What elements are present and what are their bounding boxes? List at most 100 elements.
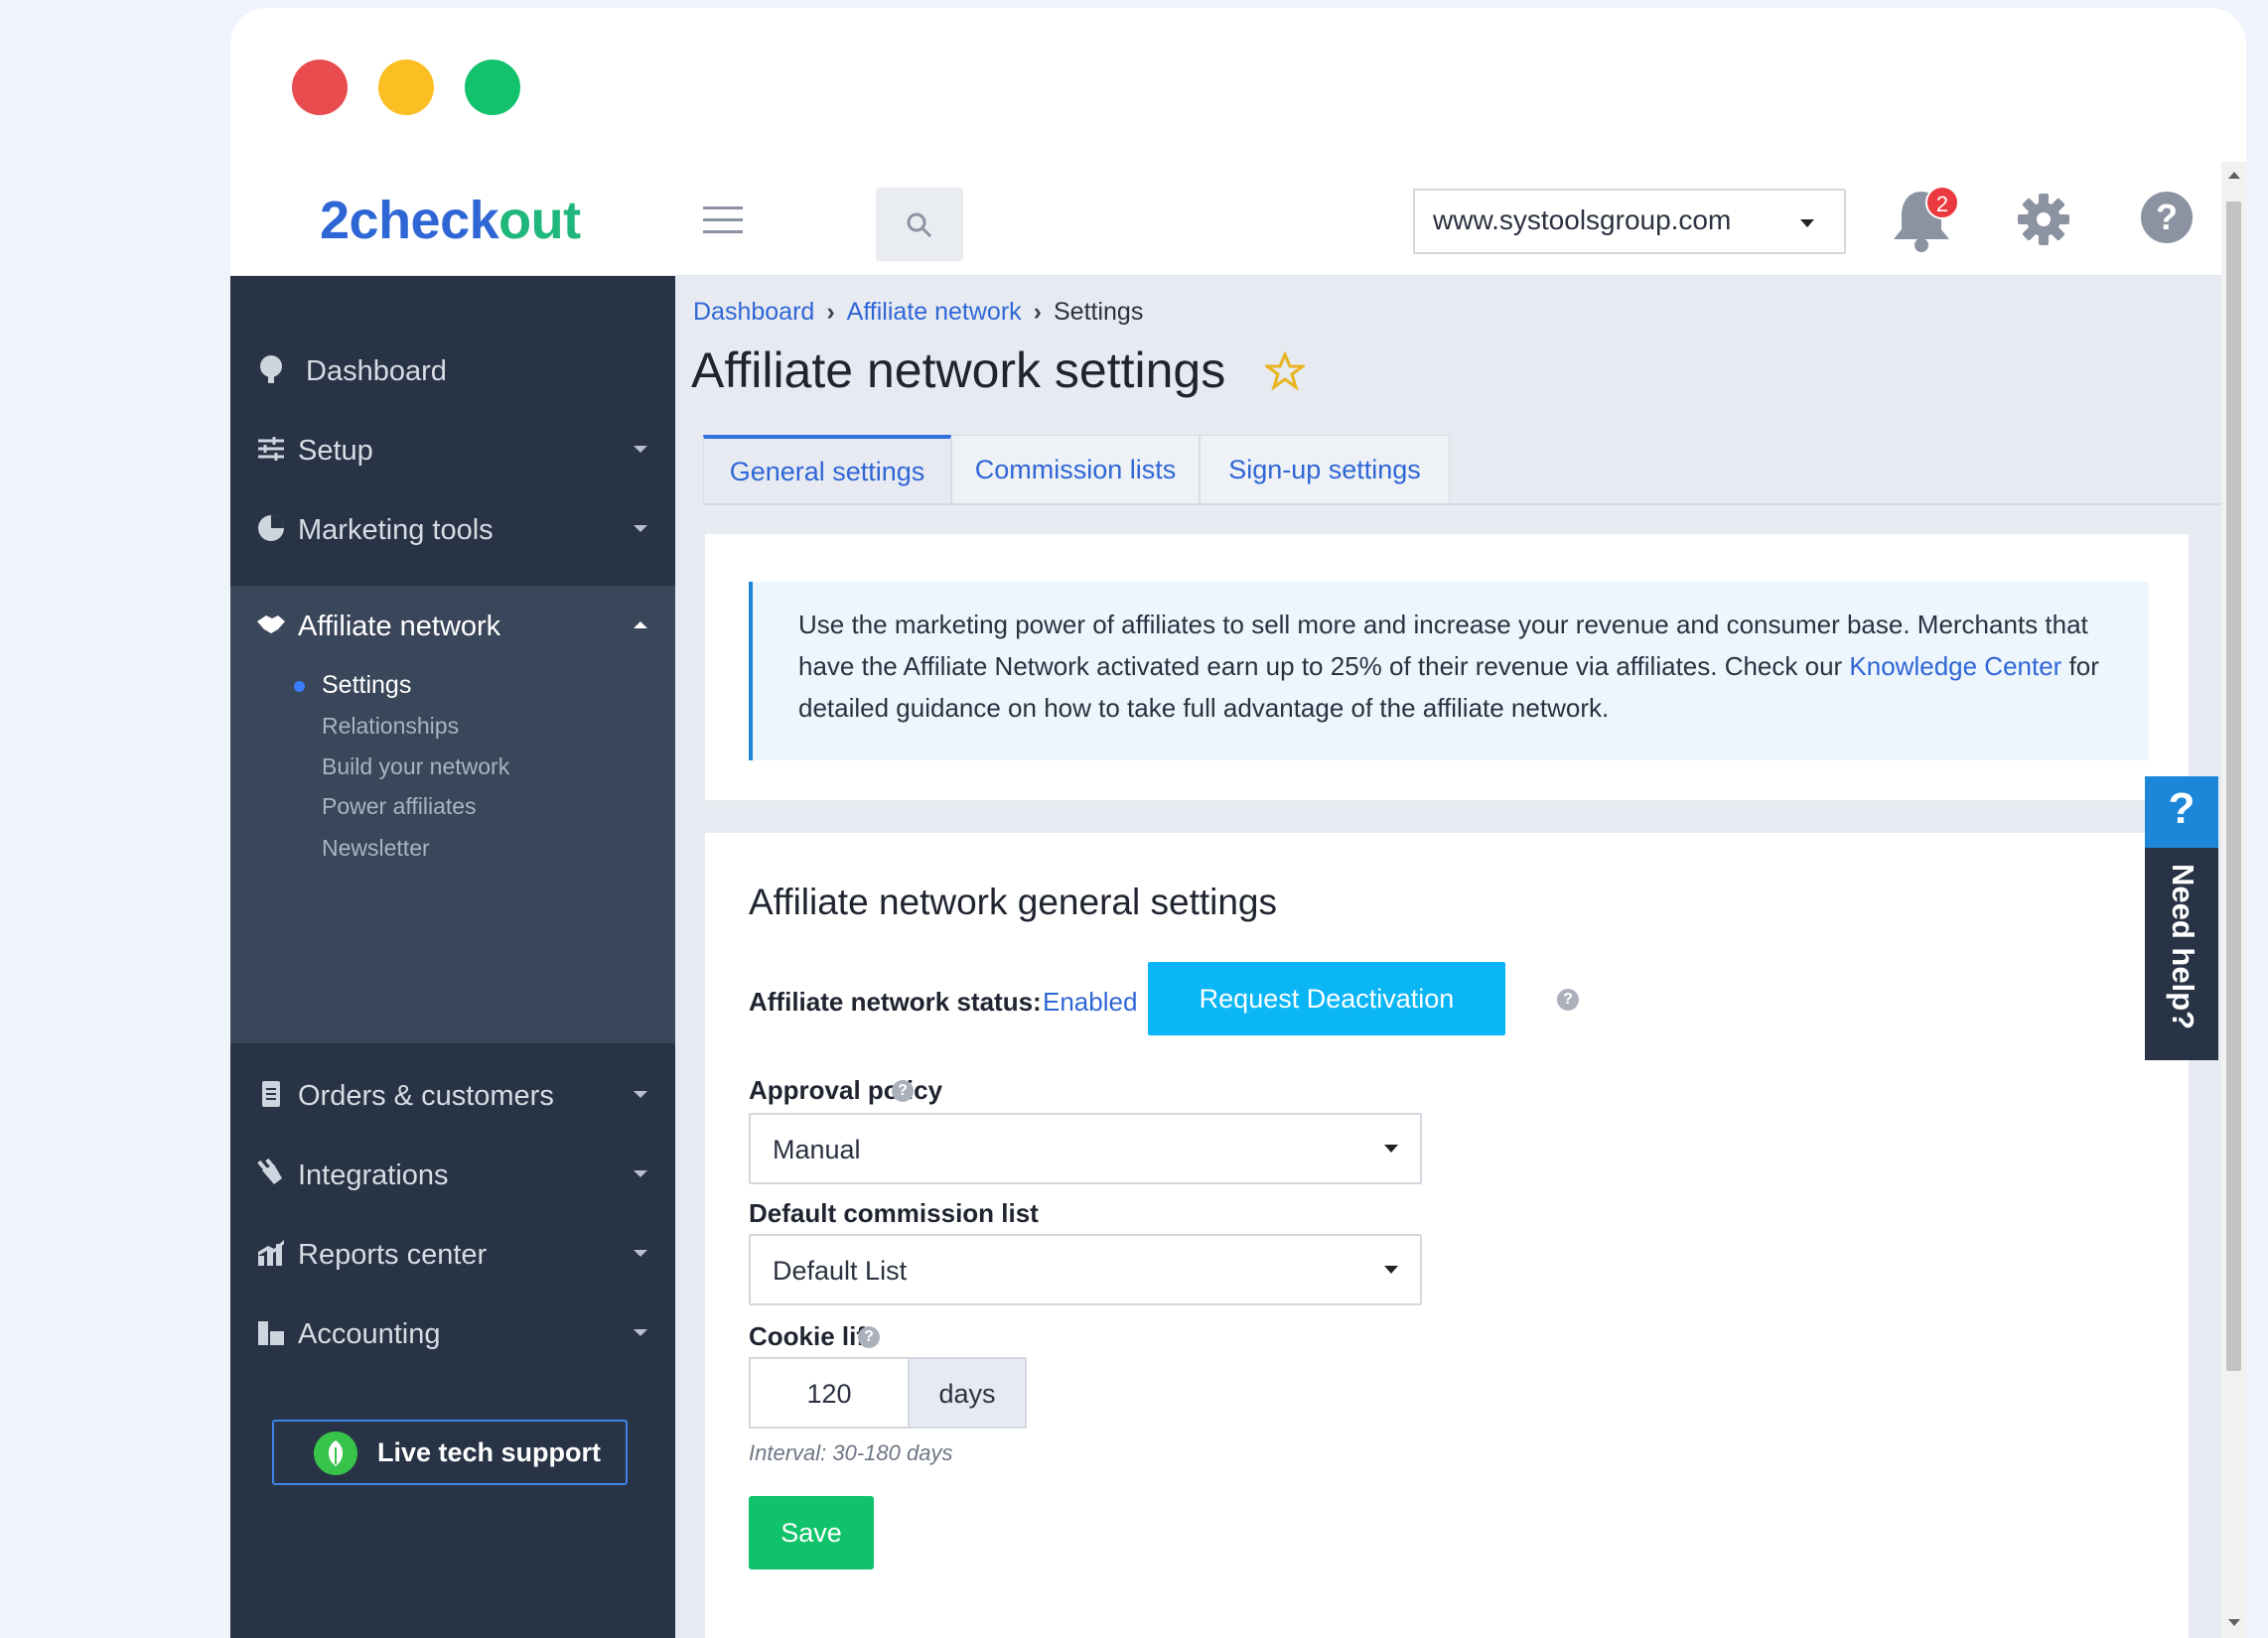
breadcrumb-separator-icon: › bbox=[826, 298, 835, 326]
sidebar-item-accounting[interactable]: Accounting bbox=[230, 1294, 675, 1373]
help-icon[interactable]: ? bbox=[2139, 190, 2195, 245]
request-deactivation-button[interactable]: Request Deactivation bbox=[1148, 962, 1505, 1035]
sidebar-item-label: Setup bbox=[298, 435, 373, 467]
submenu-item-power-affiliates[interactable]: Power affiliates bbox=[322, 793, 477, 820]
gear-icon[interactable] bbox=[2016, 192, 2071, 247]
sidebar-item-setup[interactable]: Setup bbox=[230, 410, 675, 489]
sidebar-item-label: Dashboard bbox=[306, 355, 447, 387]
leaf-icon bbox=[314, 1432, 357, 1475]
chevron-down-icon bbox=[1800, 219, 1814, 227]
main-content: Dashboard › Affiliate network › Settings Aff… bbox=[675, 276, 2222, 1638]
question-icon[interactable]: ? bbox=[892, 1080, 914, 1102]
approval-policy-select[interactable]: Manual bbox=[749, 1113, 1422, 1184]
default-commission-value: Default List bbox=[773, 1256, 908, 1286]
sidebar-item-marketing-tools[interactable]: Marketing tools bbox=[230, 489, 675, 569]
sidebar-item-label: Reports center bbox=[298, 1239, 488, 1271]
section-title: Affiliate network general settings bbox=[749, 882, 1278, 922]
chevron-down-icon bbox=[634, 1170, 647, 1177]
notification-badge: 2 bbox=[1925, 186, 1959, 219]
info-card: Use the marketing power of affiliates to… bbox=[705, 534, 2189, 800]
plug-icon bbox=[257, 1159, 282, 1184]
cookie-life-input[interactable]: 120 bbox=[749, 1357, 910, 1429]
domain-select[interactable]: www.systoolsgroup.com bbox=[1413, 189, 1846, 254]
maximize-window-button[interactable] bbox=[465, 60, 520, 115]
page-title: Affiliate network settings bbox=[691, 342, 1226, 398]
live-tech-support-button[interactable]: Live tech support bbox=[272, 1420, 628, 1485]
dashboard-icon bbox=[260, 355, 282, 383]
affiliate-submenu: Settings Relationships Build your networ… bbox=[230, 665, 675, 1043]
knowledge-center-link[interactable]: Knowledge Center bbox=[1849, 651, 2061, 681]
menu-icon[interactable] bbox=[703, 206, 743, 234]
sidebar-item-label: Orders & customers bbox=[298, 1080, 554, 1112]
window-titlebar bbox=[230, 8, 2246, 162]
tab-sign-up-settings[interactable]: Sign-up settings bbox=[1200, 435, 1450, 504]
status-value: Enabled bbox=[1043, 987, 1138, 1017]
minimize-window-button[interactable] bbox=[378, 60, 434, 115]
submenu-item-relationships[interactable]: Relationships bbox=[322, 713, 459, 740]
help-question-icon: ? bbox=[2145, 776, 2218, 848]
live-tech-support-label: Live tech support bbox=[377, 1437, 602, 1467]
svg-text:?: ? bbox=[2156, 197, 2178, 237]
breadcrumb-current: Settings bbox=[1053, 298, 1144, 326]
sidebar-item-orders-customers[interactable]: Orders & customers bbox=[230, 1055, 675, 1135]
app-window: 2checkout www.systoolsgroup.com 2 ? Dash… bbox=[230, 8, 2246, 1638]
search-button[interactable] bbox=[876, 188, 963, 261]
sidebar-item-label: Affiliate network bbox=[298, 611, 501, 642]
status-label: Affiliate network status: bbox=[749, 987, 1042, 1017]
sidebar-item-reports-center[interactable]: Reports center bbox=[230, 1214, 675, 1294]
sidebar-item-label: Integrations bbox=[298, 1160, 449, 1191]
question-icon[interactable]: ? bbox=[1557, 989, 1579, 1011]
breadcrumb-affiliate-network[interactable]: Affiliate network bbox=[847, 298, 1022, 326]
save-button[interactable]: Save bbox=[749, 1496, 874, 1570]
pie-icon bbox=[258, 515, 284, 541]
vertical-scrollbar[interactable] bbox=[2221, 162, 2246, 1638]
star-icon[interactable] bbox=[1265, 351, 1305, 391]
submenu-item-build-your-network[interactable]: Build your network bbox=[322, 753, 509, 780]
logo[interactable]: 2checkout bbox=[320, 190, 581, 251]
sliders-icon bbox=[258, 437, 284, 461]
logo-text-part1: 2check bbox=[320, 191, 499, 250]
approval-policy-value: Manual bbox=[773, 1135, 861, 1164]
question-icon[interactable]: ? bbox=[858, 1326, 880, 1348]
document-icon bbox=[262, 1081, 280, 1107]
scroll-up-icon[interactable] bbox=[2228, 172, 2240, 179]
scrollbar-thumb[interactable] bbox=[2226, 202, 2241, 1371]
sidebar-item-affiliate-network[interactable]: Affiliate network bbox=[230, 586, 675, 665]
chevron-down-icon bbox=[634, 1250, 647, 1257]
chevron-down-icon bbox=[634, 446, 647, 453]
sidebar-item-label: Marketing tools bbox=[298, 514, 494, 546]
sidebar-item-integrations[interactable]: Integrations bbox=[230, 1135, 675, 1214]
tab-general-settings[interactable]: General settings bbox=[703, 435, 951, 504]
chevron-down-icon bbox=[1384, 1145, 1398, 1153]
chevron-down-icon bbox=[634, 1091, 647, 1098]
chevron-down-icon bbox=[1384, 1266, 1398, 1274]
tab-divider bbox=[703, 503, 2222, 505]
scroll-down-icon[interactable] bbox=[2228, 1619, 2240, 1626]
chart-icon bbox=[258, 1240, 284, 1266]
sidebar-item-label: Accounting bbox=[298, 1318, 441, 1350]
chevron-down-icon bbox=[634, 525, 647, 532]
cookie-life-unit: days bbox=[908, 1357, 1027, 1429]
info-callout: Use the marketing power of affiliates to… bbox=[749, 582, 2149, 760]
general-settings-card: Affiliate network general settings Affil… bbox=[705, 833, 2189, 1638]
handshake-icon bbox=[257, 615, 285, 633]
tab-commission-lists[interactable]: Commission lists bbox=[951, 435, 1200, 504]
need-help-label: Need help? bbox=[2166, 864, 2200, 1030]
need-help-widget[interactable]: ? Need help? bbox=[2145, 776, 2218, 1060]
cookie-life-hint: Interval: 30-180 days bbox=[749, 1440, 953, 1465]
sidebar-item-dashboard[interactable]: Dashboard bbox=[230, 331, 675, 410]
submenu-item-newsletter[interactable]: Newsletter bbox=[322, 835, 430, 862]
chevron-down-icon bbox=[634, 1329, 647, 1336]
close-window-button[interactable] bbox=[292, 60, 348, 115]
breadcrumb-dashboard[interactable]: Dashboard bbox=[693, 298, 814, 326]
app-body: 2checkout www.systoolsgroup.com 2 ? Dash… bbox=[230, 162, 2246, 1638]
default-commission-label: Default commission list bbox=[749, 1198, 1039, 1228]
top-header: 2checkout www.systoolsgroup.com 2 ? bbox=[230, 162, 2221, 276]
breadcrumb-separator-icon: › bbox=[1033, 298, 1042, 326]
breadcrumb: Dashboard › Affiliate network › Settings bbox=[693, 298, 1143, 327]
sidebar: Dashboard Setup Marketing tools Affiliat… bbox=[230, 276, 675, 1638]
default-commission-select[interactable]: Default List bbox=[749, 1234, 1422, 1305]
submenu-item-settings[interactable]: Settings bbox=[322, 671, 411, 700]
chevron-up-icon bbox=[634, 621, 647, 628]
search-icon bbox=[907, 212, 932, 238]
